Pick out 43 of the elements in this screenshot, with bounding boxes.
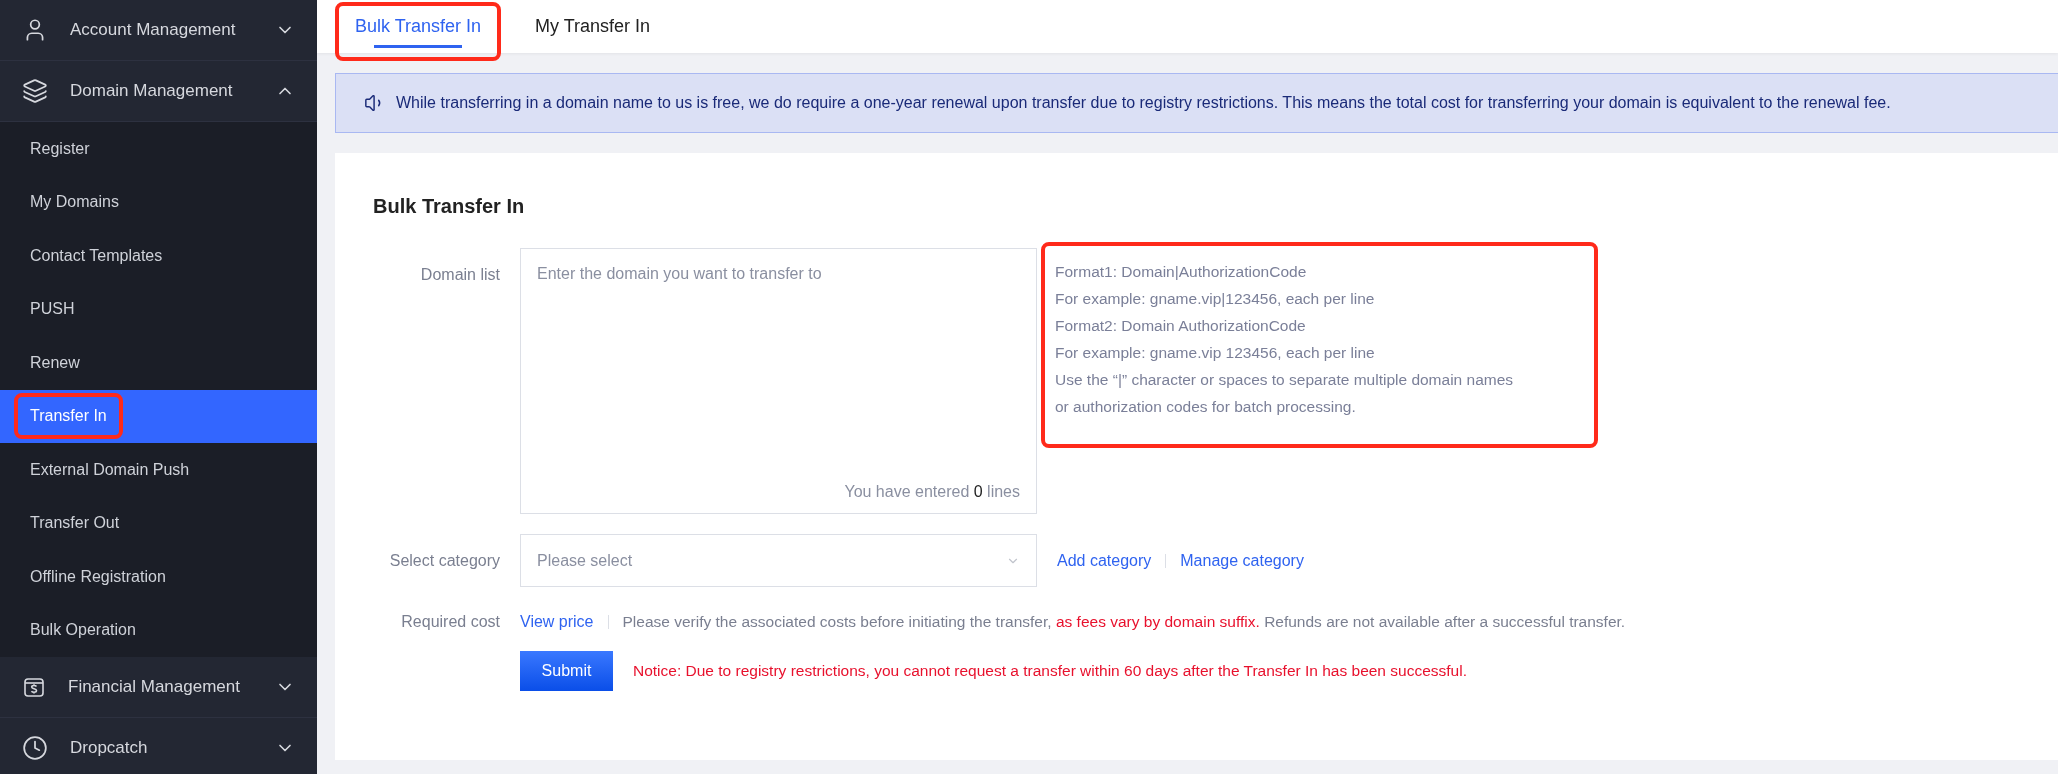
line-count: You have entered 0 lines: [844, 483, 1020, 501]
sidebar-item[interactable]: Offline Registration: [0, 550, 317, 604]
transfer-notice: Notice: Due to registry restrictions, you cannot request a transfer within 60 days after the Transfer In has been successful.: [633, 662, 1467, 680]
field-label: Required cost: [400, 612, 500, 631]
sidebar-group-header[interactable]: Dropcatch: [0, 718, 317, 774]
sidebar-item[interactable]: Contact Templates: [0, 229, 317, 283]
hint-line: Format1: Domain|AuthorizationCode: [1055, 262, 1308, 282]
sidebar-item[interactable]: Transfer Out: [0, 496, 317, 550]
dollar-card-icon: [22, 675, 46, 699]
field-label: Domain list: [419, 265, 500, 284]
hint-line: Use the “|” character or spaces to separate multiple domain names: [1055, 370, 1515, 390]
sidebar-group-label: Dropcatch: [70, 738, 149, 758]
cost-notice: Please verify the associated costs before initiating the transfer, as fees vary by domain suffix. Refunds are not available after a successful transfer.: [622, 613, 1626, 631]
sidebar-item[interactable]: Transfer In: [0, 389, 317, 443]
sidebar-group-label: Domain Management: [70, 81, 234, 101]
hint-line: or authorization codes for batch processing.: [1055, 397, 1357, 417]
hint-line: Format2: Domain AuthorizationCode: [1055, 316, 1307, 336]
sidebar-group-header[interactable]: Account Management: [0, 0, 317, 61]
hint-line: For example: gname.vip 123456, each per line: [1055, 343, 1376, 363]
submit-button[interactable]: Submit: [520, 651, 613, 691]
category-link[interactable]: Add category: [1057, 552, 1152, 570]
sidebar-item[interactable]: Bulk Operation: [0, 603, 317, 657]
sidebar-item[interactable]: External Domain Push: [0, 443, 317, 497]
hint-line: For example: gname.vip|123456, each per line: [1055, 289, 1376, 309]
notice-text: While transferring in a domain name to us is free, we do require a one-year renewal upon transfer due to registry restrictions. This means the total cost for transferring your domain is equivalent to the renewal fee.: [396, 94, 1891, 112]
sidebar-item[interactable]: Register: [0, 122, 317, 176]
view-price-link[interactable]: View price: [520, 613, 594, 631]
form-title: Bulk Transfer In: [373, 195, 526, 218]
tab[interactable]: My Transfer In: [515, 2, 671, 61]
tab[interactable]: Bulk Transfer In: [335, 2, 502, 61]
placeholder-text: Enter the domain you want to transfer to: [537, 265, 823, 283]
clock-icon: [22, 735, 48, 761]
sidebar-item[interactable]: Renew: [0, 336, 317, 390]
sidebar-group-label: Account Management: [70, 20, 237, 40]
sidebar-item[interactable]: My Domains: [0, 175, 317, 229]
sidebar-group-header[interactable]: Domain Management: [0, 61, 317, 122]
domain-list-input[interactable]: Enter the domain you want to transfer to You have entered 0 lines: [520, 248, 1037, 514]
category-link[interactable]: Manage category: [1180, 552, 1304, 570]
layers-icon: [22, 78, 48, 104]
sidebar-group-label: Financial Management: [68, 677, 241, 697]
sidebar-item[interactable]: PUSH: [0, 282, 317, 336]
field-label: Select category: [388, 551, 500, 570]
sidebar-group-header[interactable]: Financial Management: [0, 657, 317, 718]
